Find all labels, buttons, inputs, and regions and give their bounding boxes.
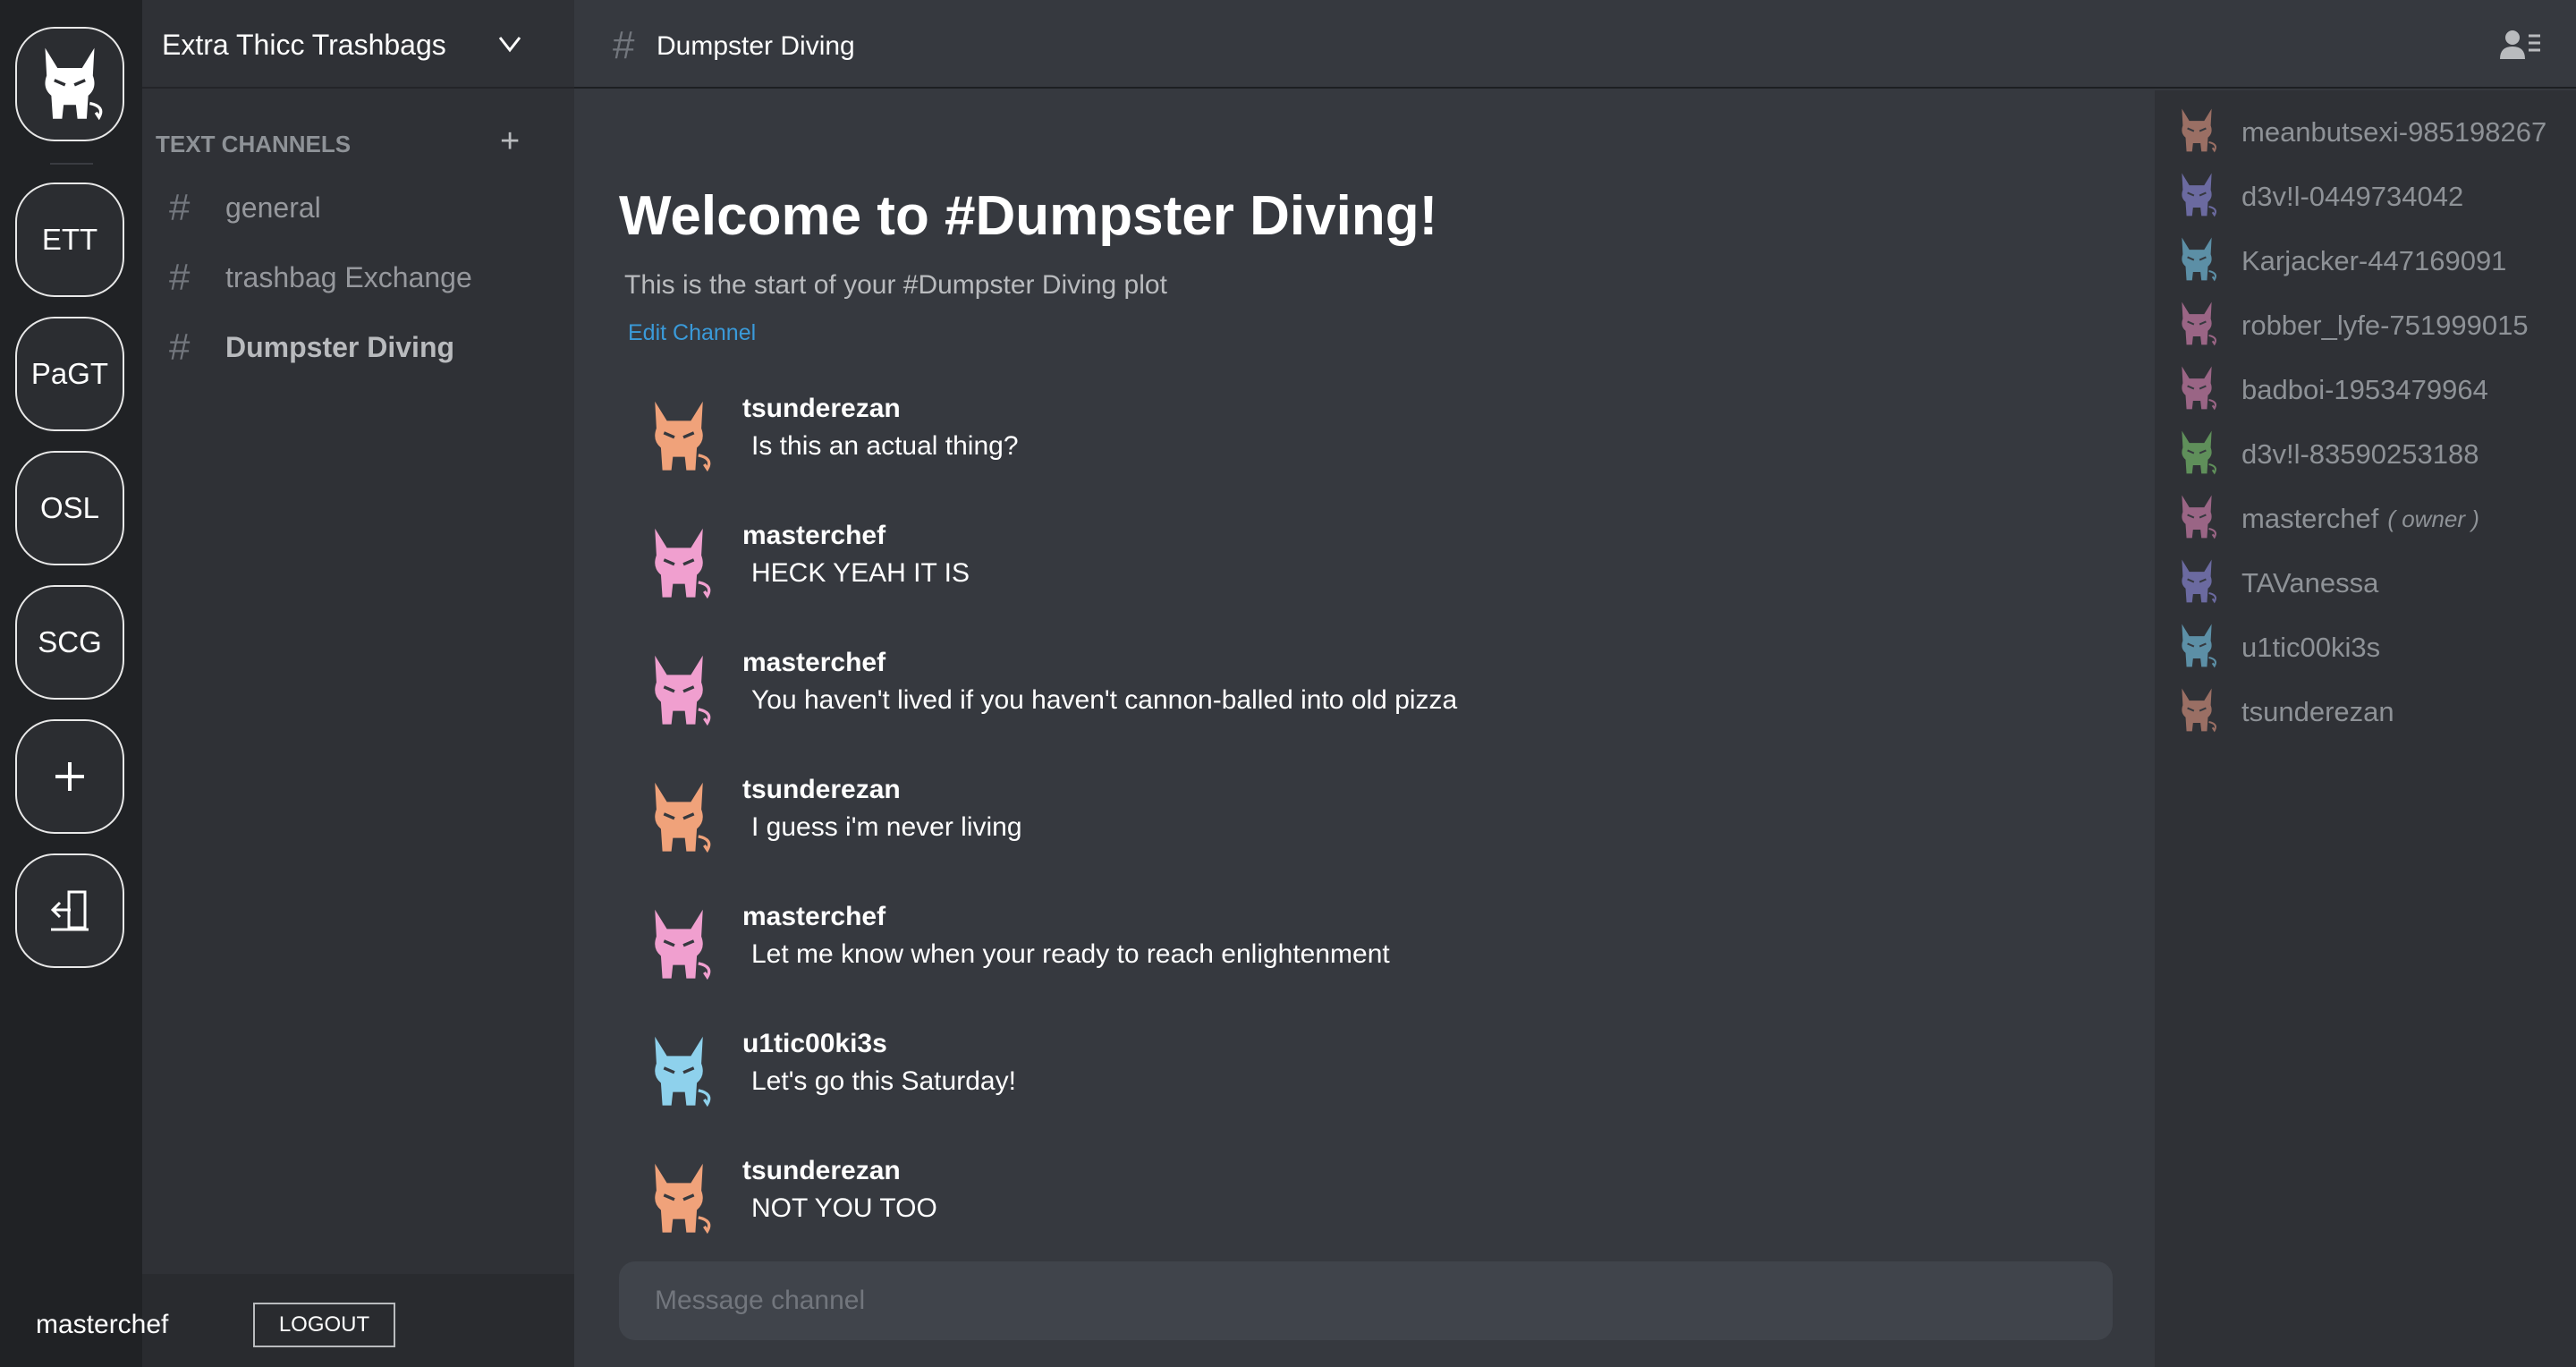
channel-name: Dumpster Diving (225, 330, 455, 363)
message-text: You haven't lived if you haven't cannon-… (751, 685, 1458, 715)
server-name: Extra Thicc Trashbags (162, 29, 446, 61)
avatar[interactable] (640, 1158, 717, 1244)
member-avatar (2174, 427, 2241, 483)
channel-item-dumpster-diving[interactable]: # Dumpster Diving (169, 324, 454, 370)
server-header[interactable]: Extra Thicc Trashbags (142, 0, 574, 89)
member-list-toggle-icon[interactable] (2499, 27, 2542, 67)
message-author[interactable]: tsunderezan (742, 775, 901, 805)
member-avatar (2174, 169, 2241, 225)
member-name: masterchef (2241, 503, 2379, 534)
leave-server-button[interactable] (15, 853, 124, 968)
member-name: robber_lyfe-751999015 (2241, 310, 2529, 341)
rail-separator (50, 163, 93, 165)
message-text: Is this an actual thing? (751, 431, 1019, 461)
channel-header (574, 0, 2576, 89)
member-avatar (2174, 362, 2241, 419)
member-avatar (2174, 105, 2241, 161)
add-channel-button[interactable]: + (500, 124, 520, 158)
message-item: tsunderezan NOT YOU TOO (640, 1156, 2072, 1254)
message-text: HECK YEAH IT IS (751, 558, 970, 588)
welcome-subtitle: This is the start of your #Dumpster Divi… (624, 270, 1167, 300)
member-name: Karjacker-447169091 (2241, 245, 2507, 276)
owner-tag: ( owner ) (2387, 505, 2479, 532)
message-item: masterchef HECK YEAH IT IS (640, 521, 2072, 619)
member-avatar (2174, 298, 2241, 354)
message-item: masterchef You haven't lived if you haven… (640, 648, 2072, 746)
avatar[interactable] (640, 650, 717, 736)
channel-name: trashbag Exchange (225, 260, 472, 293)
member-avatar (2174, 620, 2241, 676)
message-author[interactable]: masterchef (742, 648, 886, 678)
logout-button[interactable]: LOGOUT (253, 1303, 395, 1347)
member-name: badboi-1953479964 (2241, 374, 2488, 405)
avatar[interactable] (640, 777, 717, 863)
message-author[interactable]: tsunderezan (742, 394, 901, 424)
member-item[interactable]: d3v!l-0449734042 (2174, 172, 2463, 222)
add-server-button[interactable] (15, 719, 124, 834)
message-item: masterchef Let me know when your ready to… (640, 902, 2072, 1000)
message-text: Let's go this Saturday! (751, 1066, 1016, 1096)
member-avatar (2174, 556, 2241, 612)
channel-item-general[interactable]: # general (169, 184, 321, 231)
message-text: I guess i'm never living (751, 812, 1022, 842)
server-button-pagt[interactable]: PaGT (15, 317, 124, 431)
message-item: u1tic00ki3s Let's go this Saturday! (640, 1029, 2072, 1127)
devil-cat-logo-icon (31, 41, 108, 127)
exit-door-icon (49, 888, 90, 933)
member-avatar (2174, 233, 2241, 290)
member-item[interactable]: tsunderezan (2174, 687, 2394, 737)
member-item[interactable]: d3v!l-83590253188 (2174, 429, 2479, 480)
avatar[interactable] (640, 904, 717, 990)
channel-title: Dumpster Diving (657, 31, 855, 61)
server-button-osl[interactable]: OSL (15, 451, 124, 565)
member-item[interactable]: u1tic00ki3s (2174, 623, 2380, 673)
message-text: NOT YOU TOO (751, 1193, 937, 1223)
channel-name: general (225, 191, 321, 224)
hash-icon: # (169, 326, 191, 368)
message-item: tsunderezan I guess i'm never living (640, 775, 2072, 873)
server-rail: ETT PaGT OSL SCG (0, 0, 142, 1367)
member-name: u1tic00ki3s (2241, 632, 2381, 663)
current-username: masterchef (36, 1310, 169, 1339)
welcome-title: Welcome to #Dumpster Diving! (619, 185, 1438, 247)
avatar[interactable] (640, 1031, 717, 1117)
member-name: d3v!l-0449734042 (2241, 181, 2464, 212)
channel-item-trashbag-exchange[interactable]: # trashbag Exchange (169, 254, 472, 301)
member-item[interactable]: badboi-1953479964 (2174, 365, 2488, 415)
member-avatar (2174, 684, 2241, 741)
member-name: tsunderezan (2241, 696, 2394, 727)
avatar[interactable] (640, 395, 717, 482)
member-avatar (2174, 491, 2241, 548)
message-text: Let me know when your ready to reach enl… (751, 939, 1390, 969)
avatar[interactable] (640, 522, 717, 609)
message-author[interactable]: masterchef (742, 521, 886, 551)
member-item[interactable]: TAVanessa (2174, 558, 2378, 608)
member-item[interactable]: meanbutsexi-985198267 (2174, 107, 2546, 157)
member-item[interactable]: Karjacker-447169091 (2174, 236, 2506, 286)
message-input[interactable] (619, 1261, 2113, 1340)
home-logo-button[interactable] (15, 27, 124, 141)
hash-icon: # (613, 23, 635, 67)
member-name: d3v!l-83590253188 (2241, 438, 2479, 470)
message-item: tsunderezan Is this an actual thing? (640, 394, 2072, 492)
member-name: TAVanessa (2241, 567, 2379, 599)
server-button-scg[interactable]: SCG (15, 585, 124, 700)
category-label: TEXT CHANNELS (156, 131, 352, 157)
message-author[interactable]: masterchef (742, 902, 886, 932)
channel-sidebar: Extra Thicc Trashbags TEXT CHANNELS + # … (142, 0, 574, 1367)
plus-icon (52, 759, 88, 794)
edit-channel-link[interactable]: Edit Channel (628, 320, 756, 346)
member-item[interactable]: masterchef ( owner ) (2174, 494, 2479, 544)
chevron-down-icon[interactable] (496, 32, 523, 60)
member-name: meanbutsexi-985198267 (2241, 116, 2547, 148)
member-item[interactable]: robber_lyfe-751999015 (2174, 301, 2529, 351)
hash-icon: # (169, 186, 191, 228)
message-author[interactable]: tsunderezan (742, 1156, 901, 1186)
hash-icon: # (169, 256, 191, 298)
message-author[interactable]: u1tic00ki3s (742, 1029, 887, 1059)
server-button-ett[interactable]: ETT (15, 183, 124, 297)
